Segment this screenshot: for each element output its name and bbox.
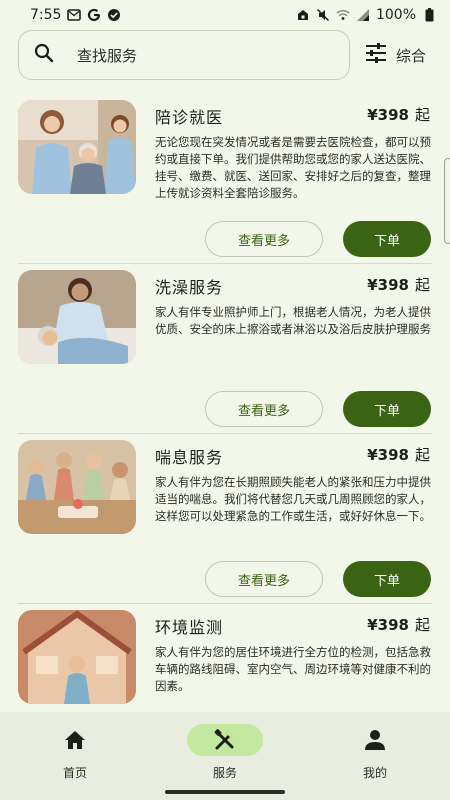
service-card-bathing[interactable]: 洗澡服务 ¥398 起 家人有伴专业照护师上门，根据老人情况，为老人提供优质、安全…	[18, 264, 432, 434]
order-button[interactable]: 下单	[343, 561, 431, 597]
home-icon	[37, 724, 113, 756]
service-title: 喘息服务	[155, 448, 224, 467]
service-description: 家人有伴为您的居住环境进行全方位的检测，包括急救车辆的路线阻碍、室内空气、周边环…	[155, 645, 431, 693]
gesture-bar[interactable]	[165, 790, 285, 794]
nav-item-home[interactable]: 首页	[20, 724, 130, 781]
tools-icon	[187, 724, 263, 756]
order-button[interactable]: 下单	[343, 391, 431, 427]
status-left: 7:55	[30, 7, 121, 23]
price-value: ¥398	[367, 276, 409, 294]
order-button[interactable]: 下单	[343, 221, 431, 257]
service-price: ¥398 起	[367, 104, 430, 125]
view-more-button[interactable]: 查看更多	[205, 561, 323, 597]
service-description: 无论您现在突发情况或者是需要去医院检查，都可以预约或直接下单。我们提供帮助您或您…	[155, 135, 431, 200]
price-value: ¥398	[367, 616, 409, 634]
sliders-icon	[364, 42, 388, 68]
battery-icon	[422, 8, 436, 22]
service-price: ¥398 起	[367, 614, 430, 635]
search-icon	[33, 42, 55, 68]
search-input[interactable]: 查找服务	[18, 30, 350, 80]
status-time: 7:55	[30, 7, 62, 23]
price-unit: 起	[414, 446, 430, 464]
service-image-bathing	[18, 270, 136, 364]
lock-home-icon	[296, 8, 310, 22]
service-image-environment	[18, 610, 136, 704]
service-list: 陪诊就医 ¥398 起 无论您现在突发情况或者是需要去医院检查，都可以预约或直接下…	[18, 94, 432, 774]
filter-label: 综合	[396, 46, 427, 65]
status-bar: 7:55 100%	[0, 0, 450, 30]
google-icon	[87, 8, 101, 22]
status-right: 100%	[296, 7, 436, 23]
price-value: ¥398	[367, 106, 409, 124]
nav-item-services[interactable]: 服务	[170, 724, 280, 781]
mute-icon	[316, 8, 330, 22]
wifi-icon	[336, 8, 350, 22]
view-more-button[interactable]: 查看更多	[205, 221, 323, 257]
nav-item-profile[interactable]: 我的	[320, 724, 430, 781]
service-price: ¥398 起	[367, 444, 430, 465]
edge-handle[interactable]	[444, 158, 450, 244]
nav-label-profile: 我的	[362, 766, 387, 780]
service-card-respite[interactable]: 喘息服务 ¥398 起 家人有伴为您在长期照顾失能老人的紧张和压力中提供适当的喘息…	[18, 434, 432, 604]
price-value: ¥398	[367, 446, 409, 464]
search-placeholder: 查找服务	[77, 46, 138, 65]
service-card-accompany[interactable]: 陪诊就医 ¥398 起 无论您现在突发情况或者是需要去医院检查，都可以预约或直接下…	[18, 94, 432, 264]
search-row: 查找服务 综合	[18, 30, 432, 80]
service-title: 洗澡服务	[155, 278, 224, 297]
service-image-accompany	[18, 100, 136, 194]
filter-button[interactable]: 综合	[364, 42, 426, 68]
view-more-button[interactable]: 查看更多	[205, 391, 323, 427]
nav-label-home: 首页	[62, 766, 87, 780]
check-circle-icon	[107, 8, 121, 22]
service-title: 陪诊就医	[155, 108, 224, 127]
price-unit: 起	[414, 106, 430, 124]
person-icon	[337, 724, 413, 756]
service-title: 环境监测	[155, 618, 224, 637]
battery-percent: 100%	[375, 7, 416, 23]
service-image-respite	[18, 440, 136, 534]
service-description: 家人有伴为您在长期照顾失能老人的紧张和压力中提供适当的喘息。我们将代替您几天或几…	[155, 475, 431, 523]
service-price: ¥398 起	[367, 274, 430, 295]
bottom-nav: 首页 服务 我的	[0, 712, 450, 800]
price-unit: 起	[414, 616, 430, 634]
price-unit: 起	[414, 276, 430, 294]
mail-icon	[67, 8, 82, 22]
service-description: 家人有伴专业照护师上门，根据老人情况，为老人提供优质、安全的床上擦浴或者淋浴以及…	[155, 305, 431, 336]
signal-icon	[356, 8, 370, 22]
nav-label-services: 服务	[212, 766, 237, 780]
